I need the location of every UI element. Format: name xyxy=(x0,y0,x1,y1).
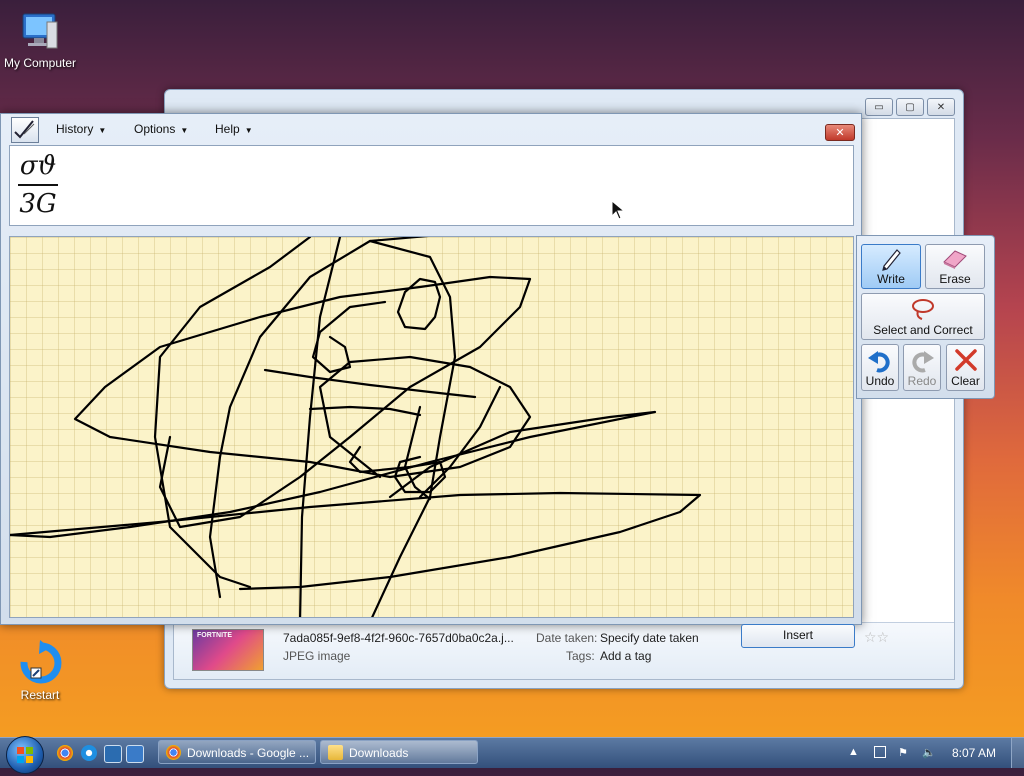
close-button[interactable]: ✕ xyxy=(927,98,955,116)
pen-icon xyxy=(882,249,901,271)
menu-history[interactable]: History ▼ xyxy=(56,122,106,136)
taskbar-item-chrome[interactable]: Downloads - Google ... xyxy=(158,740,316,764)
tags-value[interactable]: Add a tag xyxy=(600,649,651,663)
ink-stroke-3 xyxy=(153,237,312,589)
select-and-correct-label: Select and Correct xyxy=(873,323,973,337)
math-preview-area: σϑ 3G xyxy=(9,145,854,226)
date-taken-value[interactable]: Specify date taken xyxy=(600,631,699,645)
rating-stars[interactable]: ☆☆ xyxy=(864,629,889,646)
write-button[interactable]: Write xyxy=(861,244,921,289)
ink-stroke-4 xyxy=(368,239,457,617)
action-center-flag-icon[interactable]: ⚑ xyxy=(898,746,912,760)
ink-stroke-8 xyxy=(10,410,657,539)
undo-icon xyxy=(868,351,890,373)
refresh-icon xyxy=(20,640,62,684)
clock[interactable]: 8:07 AM xyxy=(952,746,996,760)
undo-label: Undo xyxy=(865,374,895,388)
menu-options-label: Options xyxy=(134,122,176,136)
select-and-correct-button[interactable]: Select and Correct xyxy=(861,293,985,340)
taskbar-item-label: Downloads xyxy=(349,746,409,760)
mouse-cursor-icon xyxy=(611,200,625,220)
pen-check-icon xyxy=(14,120,35,139)
window-controls: ▭ ▢ ✕ xyxy=(865,98,955,116)
undo-button[interactable]: Undo xyxy=(861,344,899,391)
show-desktop-button[interactable] xyxy=(1011,738,1024,768)
close-button[interactable]: ✕ xyxy=(825,124,855,141)
chevron-up-icon[interactable]: ▲ xyxy=(848,746,862,760)
file-name: 7ada085f-9ef8-4f2f-960c-7657d0ba0c2a.j..… xyxy=(283,631,514,645)
chevron-down-icon: ▼ xyxy=(98,126,107,135)
ink-stroke-9 xyxy=(263,368,477,399)
menu-history-label: History xyxy=(56,122,94,136)
tool-palette: Write Erase Select and Correct Undo Redo xyxy=(856,235,995,399)
eraser-icon xyxy=(943,250,967,269)
chevron-down-icon: ▼ xyxy=(244,126,253,135)
maximize-button[interactable]: ▢ xyxy=(896,98,924,116)
redo-icon xyxy=(912,351,934,373)
redo-button[interactable]: Redo xyxy=(903,344,941,391)
chrome-icon xyxy=(166,745,181,760)
fraction-bar xyxy=(18,184,58,186)
desktop-icon-restart[interactable]: Restart xyxy=(0,640,80,702)
math-input-panel[interactable]: History ▼ Options ▼ Help ▼ ✕ σϑ 3G xyxy=(0,113,862,625)
clear-label: Clear xyxy=(951,374,980,388)
write-label: Write xyxy=(877,272,905,286)
date-taken-label: Date taken: xyxy=(536,631,598,645)
desktop-icon-label: My Computer xyxy=(3,56,77,70)
denominator: 3G xyxy=(19,189,57,219)
erase-label: Erase xyxy=(939,272,971,286)
redo-label: Redo xyxy=(907,374,937,388)
ink-stroke-14 xyxy=(403,405,432,501)
file-thumbnail[interactable]: FORTNITE xyxy=(192,629,264,671)
minimize-button[interactable]: ▭ xyxy=(865,98,893,116)
ink-stroke-2 xyxy=(298,237,342,617)
menu-help-label: Help xyxy=(215,122,240,136)
start-button[interactable] xyxy=(6,736,44,774)
desktop-icon-my-computer[interactable]: My Computer xyxy=(0,8,80,70)
menu-options[interactable]: Options ▼ xyxy=(134,122,188,136)
menu-bar: History ▼ Options ▼ Help ▼ ✕ xyxy=(1,114,861,144)
lasso-icon xyxy=(912,299,934,320)
menu-help[interactable]: Help ▼ xyxy=(215,122,253,136)
network-icon[interactable] xyxy=(874,746,886,758)
ink-stroke-7 xyxy=(10,491,702,591)
folder-icon xyxy=(328,745,343,760)
math-input-app-icon[interactable] xyxy=(11,117,39,143)
explorer-quicklaunch-icon[interactable] xyxy=(126,745,144,763)
handwriting-canvas[interactable] xyxy=(9,236,854,618)
thumbnail-text: FORTNITE xyxy=(197,632,232,639)
ie-quicklaunch-icon[interactable] xyxy=(81,745,97,761)
erase-button[interactable]: Erase xyxy=(925,244,985,289)
fraction-expression: σϑ 3G xyxy=(18,150,58,220)
taskbar-item-label: Downloads - Google ... xyxy=(187,746,310,760)
numerator: σϑ xyxy=(19,151,57,181)
ink-stroke-1 xyxy=(208,237,429,599)
clear-button[interactable]: Clear xyxy=(946,344,985,391)
clear-x-icon xyxy=(954,349,977,371)
chevron-down-icon: ▼ xyxy=(180,126,189,135)
chrome-quicklaunch-icon[interactable] xyxy=(57,745,73,761)
computer-icon xyxy=(22,13,58,49)
ink-stroke-11 xyxy=(311,300,387,374)
ink-stroke-5 xyxy=(73,275,532,479)
ink-stroke-10 xyxy=(308,405,422,417)
media-quicklaunch-icon[interactable] xyxy=(104,745,122,763)
desktop-icon-label: Restart xyxy=(20,688,60,702)
file-type: JPEG image xyxy=(283,649,351,663)
taskbar: Downloads - Google ... Downloads ▲ ⚑ 🔈 8… xyxy=(0,736,1024,774)
volume-icon[interactable]: 🔈 xyxy=(922,746,936,760)
system-tray: ▲ ⚑ 🔈 8:07 AM xyxy=(834,738,1024,768)
taskbar-item-downloads[interactable]: Downloads xyxy=(320,740,478,764)
ink-strokes xyxy=(10,237,702,617)
insert-button[interactable]: Insert xyxy=(741,624,855,648)
tags-label: Tags: xyxy=(566,649,595,663)
